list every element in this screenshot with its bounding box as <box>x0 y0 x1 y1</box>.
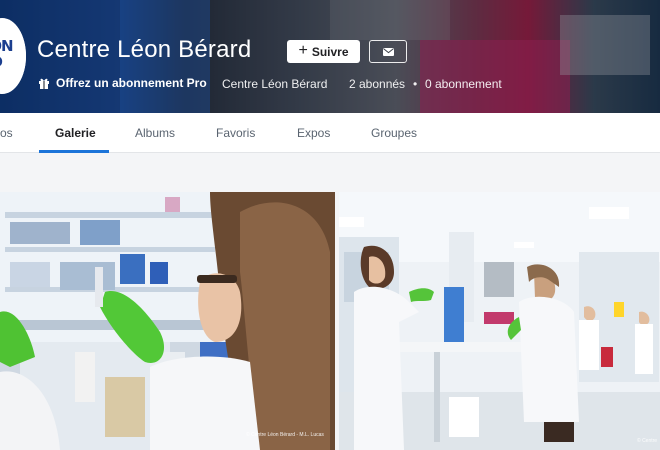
avatar[interactable]: EON RD <box>0 18 26 94</box>
pro-gift-link[interactable]: Offrez un abonnement Pro <box>38 76 207 90</box>
photo-credit: © Centre Léon Bérard - M.L. Lucas <box>246 432 324 438</box>
gift-icon <box>39 78 49 89</box>
follow-label: Suivre <box>311 44 349 59</box>
message-button[interactable] <box>369 40 407 63</box>
page: EON RD Centre Léon Bérard + Suivre Offre… <box>0 0 660 450</box>
tab-favoris[interactable]: Favoris <box>216 126 255 140</box>
lab-team-photo <box>339 192 660 450</box>
cover-photo: EON RD Centre Léon Bérard + Suivre Offre… <box>0 0 660 113</box>
mail-icon <box>382 47 394 56</box>
photo-credit: © Centre <box>637 438 658 444</box>
followers-count[interactable]: 2 abonnés <box>349 77 405 91</box>
lab-researcher-photo <box>0 192 335 450</box>
active-tab-indicator <box>39 150 109 153</box>
pro-gift-label: Offrez un abonnement Pro <box>56 76 207 90</box>
meta-separator: • <box>413 77 418 91</box>
gallery-photo-1[interactable]: © Centre Léon Bérard - M.L. Lucas <box>0 192 335 450</box>
profile-title: Centre Léon Bérard <box>37 36 252 63</box>
tab-galerie[interactable]: Galerie <box>55 126 96 140</box>
following-count[interactable]: 0 abonnement <box>425 77 502 91</box>
tab-groupes[interactable]: Groupes <box>371 126 417 140</box>
follow-button[interactable]: + Suivre <box>287 40 360 63</box>
gallery-photo-2[interactable]: © Centre <box>339 192 660 450</box>
plus-icon: + <box>298 42 308 59</box>
tab-expos[interactable]: Expos <box>297 126 330 140</box>
tab-photos[interactable]: os <box>0 126 13 140</box>
profile-tabs: os Galerie Albums Favoris Expos Groupes <box>0 113 660 153</box>
tab-albums[interactable]: Albums <box>135 126 175 140</box>
profile-display-name: Centre Léon Bérard <box>222 77 328 91</box>
avatar-logo-text: EON RD <box>0 37 14 70</box>
